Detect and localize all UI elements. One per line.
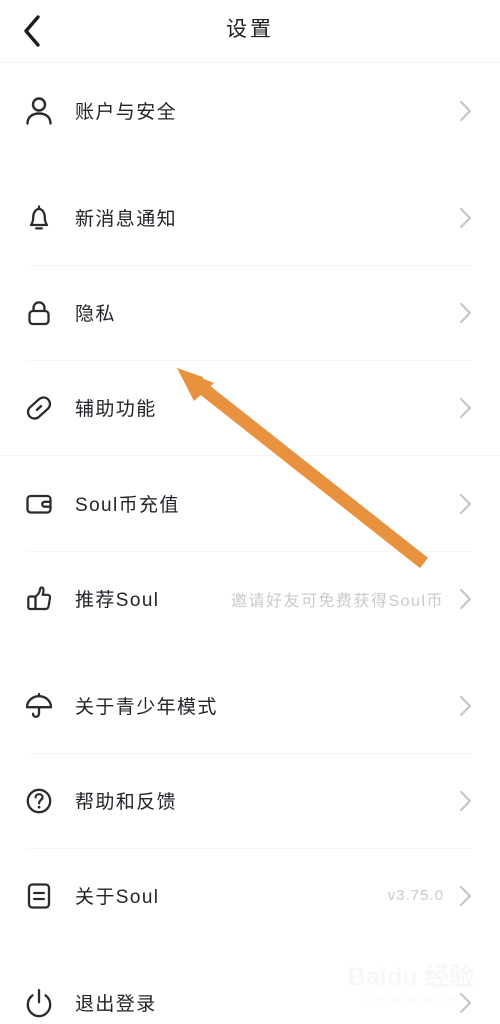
chevron-right-icon: [458, 100, 472, 122]
row-new-message-notification[interactable]: 新消息通知: [0, 170, 500, 265]
group-spacer: [0, 943, 500, 955]
row-label: 关于Soul: [75, 887, 160, 908]
row-accessibility[interactable]: 辅助功能: [0, 360, 500, 455]
chevron-right-icon: [458, 397, 472, 419]
chevron-right-icon: [458, 790, 472, 812]
chevron-right-icon: [458, 588, 472, 610]
row-label: 新消息通知: [75, 209, 178, 230]
document-icon: [22, 876, 62, 916]
watermark-title: Baidu 经验: [347, 963, 475, 991]
about-group: 关于青少年模式 帮助和反馈 关于Soul v3.75.0: [0, 658, 500, 943]
person-icon: [22, 91, 62, 131]
row-label: 账户与安全: [75, 102, 178, 123]
group-spacer: [0, 158, 500, 170]
row-account-security[interactable]: 账户与安全: [0, 63, 500, 158]
baidu-watermark: Baidu 经验 jingyan.baidu.com: [336, 963, 486, 1007]
row-privacy[interactable]: 隐私: [0, 265, 500, 360]
lock-icon: [22, 293, 62, 333]
row-label: 辅助功能: [75, 399, 157, 420]
chevron-right-icon: [458, 885, 472, 907]
row-label: 推荐Soul: [75, 590, 160, 611]
bell-icon: [22, 198, 62, 238]
wallet-icon: [22, 484, 62, 524]
row-soul-coin-recharge[interactable]: Soul币充值: [0, 456, 500, 551]
settings-screen: 设置 账户与安全 新消息通知 隐私 辅助功能 Soul币充值 推荐Soul 邀请…: [0, 0, 500, 1024]
preferences-group: 新消息通知 隐私 辅助功能: [0, 170, 500, 455]
umbrella-icon: [22, 686, 62, 726]
row-help-feedback[interactable]: 帮助和反馈: [0, 753, 500, 848]
row-hint-text: 邀请好友可免费获得Soul币: [230, 592, 444, 610]
chevron-right-icon: [458, 302, 472, 324]
link-icon: [22, 388, 62, 428]
row-label: 帮助和反馈: [75, 792, 178, 813]
soul-group: Soul币充值 推荐Soul 邀请好友可免费获得Soul币: [0, 455, 500, 646]
group-spacer: [0, 646, 500, 658]
row-label: 隐私: [75, 304, 116, 325]
row-label: Soul币充值: [75, 495, 180, 516]
thumbs-up-icon: [22, 579, 62, 619]
account-group: 账户与安全: [0, 63, 500, 158]
power-icon: [22, 983, 62, 1023]
app-header: 设置: [0, 0, 500, 63]
chevron-right-icon: [458, 493, 472, 515]
row-teen-mode[interactable]: 关于青少年模式: [0, 658, 500, 753]
question-circle-icon: [22, 781, 62, 821]
row-label: 关于青少年模式: [75, 697, 218, 718]
chevron-right-icon: [458, 695, 472, 717]
watermark-url: jingyan.baidu.com: [362, 994, 460, 1006]
row-recommend-soul[interactable]: 推荐Soul 邀请好友可免费获得Soul币: [0, 551, 500, 646]
page-title: 设置: [226, 18, 274, 41]
app-version-text: v3.75.0: [387, 887, 444, 904]
chevron-right-icon: [458, 207, 472, 229]
row-about-soul[interactable]: 关于Soul v3.75.0: [0, 848, 500, 943]
